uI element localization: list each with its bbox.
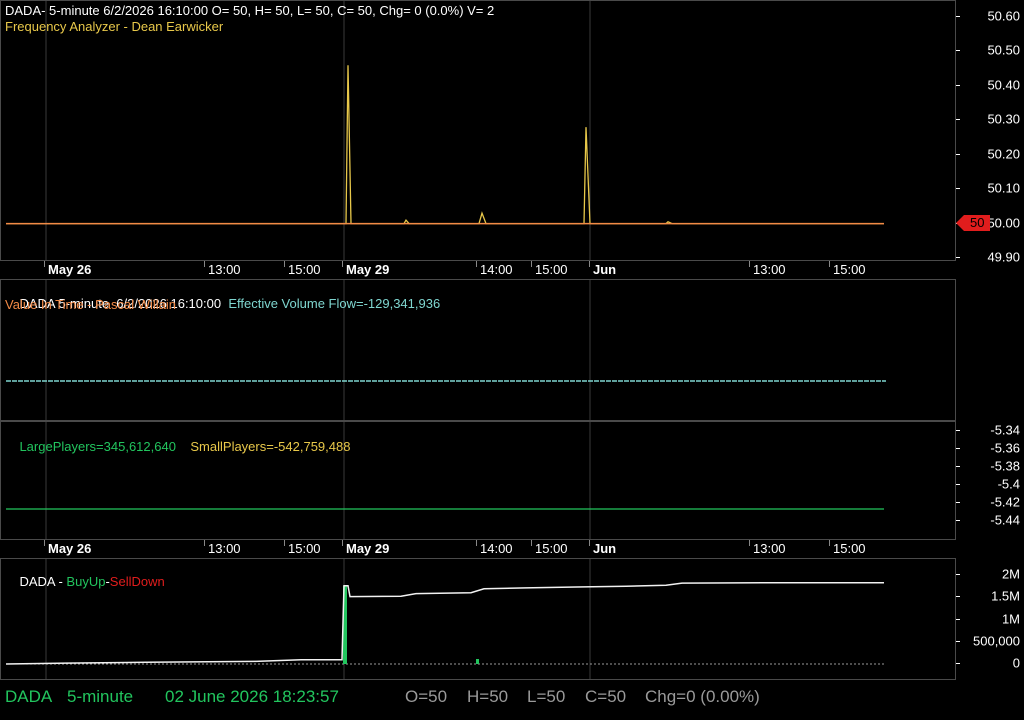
buyup-axis-tick-label: 1M: [1001, 611, 1020, 626]
status-high: H=50: [467, 687, 509, 706]
volume-flow-panel[interactable]: DADA 5-minute 6/2/2026 16:10:00 Effectiv…: [0, 279, 956, 421]
buyup-axis-tick-label: 500,000: [973, 633, 1020, 649]
status-symbol: DADA: [5, 687, 53, 706]
time-label: 15:00: [833, 262, 866, 277]
buyup-axis-tick-label: 1.5M: [991, 588, 1020, 604]
buyup-sep1: -: [54, 574, 67, 589]
time-label: 13:00: [208, 262, 241, 277]
price-axis-tick-label: 50.40: [987, 77, 1020, 93]
players-panel[interactable]: LargePlayers=345,612,640 SmallPlayers=-5…: [0, 421, 956, 540]
time-tick-mark: [589, 540, 590, 546]
time-label: Jun: [593, 262, 617, 277]
price-chart-svg: [6, 1, 884, 260]
small-players-label: SmallPlayers=-542,759,488: [190, 439, 351, 454]
volume-flow-value: Effective Volume Flow=-129,341,936: [228, 296, 441, 311]
status-close: C=50: [585, 687, 627, 706]
selldown-label: SellDown: [109, 574, 165, 589]
price-header: DADA- 5-minute 6/2/2026 16:10:00 O= 50, …: [5, 3, 495, 18]
time-label: May 26: [48, 541, 92, 556]
indicator-title: Frequency Analyzer - Dean Earwicker: [5, 19, 224, 34]
time-label: 13:00: [753, 541, 786, 556]
time-tick-mark: [476, 540, 477, 546]
time-tick-mark: [284, 261, 285, 267]
volume-flow-title: Value In Time - Pascal Willain: [5, 297, 176, 312]
last-price-tag: 50: [956, 215, 996, 231]
time-tick-mark: [284, 540, 285, 546]
time-tick-mark: [44, 261, 45, 267]
price-axis-tick-label: 50.30: [987, 111, 1020, 127]
time-label: May 26: [48, 262, 92, 277]
players-axis-tick-label: -5.38: [990, 458, 1020, 474]
price-panel[interactable]: DADA- 5-minute 6/2/2026 16:10:00 O= 50, …: [0, 0, 956, 261]
time-tick-mark: [531, 540, 532, 546]
buyup-axis-tick-label: 0: [1012, 655, 1020, 671]
players-axis[interactable]: -5.34 -5.36 -5.38 -5.4 -5.42 -5.44: [956, 421, 1024, 540]
time-label: 13:00: [208, 541, 241, 556]
buyup-label: BuyUp: [66, 574, 106, 589]
time-axis-lower: May 26 13:00 15:00 May 29 14:00 15:00 Jun 13:00…: [0, 540, 956, 558]
status-low: L=50: [527, 687, 566, 706]
price-axis-tick-label: 50.60: [987, 8, 1020, 24]
players-axis-tick-label: -5.36: [990, 440, 1020, 456]
time-tick-mark: [531, 261, 532, 267]
status-open: O=50: [405, 687, 448, 706]
time-label: 14:00: [480, 262, 513, 277]
status-datetime: 02 June 2026 18:23:57: [165, 687, 339, 706]
time-label: 15:00: [535, 541, 568, 556]
time-tick-mark: [342, 261, 343, 267]
time-label: 13:00: [753, 262, 786, 277]
time-tick-mark: [829, 540, 830, 546]
players-axis-tick-label: -5.34: [990, 422, 1020, 438]
time-tick-mark: [749, 540, 750, 546]
time-label: 15:00: [288, 541, 321, 556]
buyup-selldown-panel[interactable]: DADA - BuyUp-SellDown: [0, 558, 956, 680]
time-tick-mark: [749, 261, 750, 267]
status-interval: 5-minute: [67, 687, 134, 706]
time-tick-mark: [44, 540, 45, 546]
players-axis-tick-label: -5.42: [990, 494, 1020, 510]
time-tick-mark: [476, 261, 477, 267]
large-players-label: LargePlayers=345,612,640: [19, 439, 176, 454]
last-price-value: 50: [970, 215, 985, 230]
players-axis-tick-label: -5.4: [997, 476, 1020, 492]
time-label: 14:00: [480, 541, 513, 556]
time-label: 15:00: [535, 262, 568, 277]
time-tick-mark: [342, 540, 343, 546]
price-axis-tick-label: 49.90: [987, 249, 1020, 265]
time-label: 15:00: [833, 541, 866, 556]
status-change: Chg=0 (0.00%): [645, 687, 760, 706]
time-axis-upper: May 26 13:00 15:00 May 29 14:00 15:00 Jun 13:00…: [0, 261, 956, 279]
buyup-small-bar: [476, 659, 479, 664]
time-tick-mark: [204, 540, 205, 546]
buyup-axis-tick-label: 2M: [1001, 566, 1020, 582]
buyup-header: DADA - BuyUp-SellDown: [5, 559, 165, 604]
players-axis-tick-label: -5.44: [990, 512, 1020, 528]
buyup-ticker: DADA: [19, 574, 55, 589]
time-label: Jun: [593, 541, 617, 556]
time-tick-mark: [204, 261, 205, 267]
price-axis-tick-label: 50.10: [987, 180, 1020, 196]
time-label: May 29: [346, 262, 390, 277]
buyup-axis[interactable]: 2M 1.5M 1M 500,000 0: [956, 558, 1024, 680]
status-bar: DADA 5-minute 02 June 2026 18:23:57 O=50…: [0, 680, 1024, 720]
players-header: LargePlayers=345,612,640 SmallPlayers=-5…: [5, 424, 350, 469]
price-axis-tick-label: 50.50: [987, 42, 1020, 58]
time-tick-mark: [589, 261, 590, 267]
frequency-series-line: [6, 65, 884, 225]
price-axis-tick-label: 50.20: [987, 146, 1020, 162]
time-tick-mark: [829, 261, 830, 267]
time-label: 15:00: [288, 262, 321, 277]
time-label: May 29: [346, 541, 390, 556]
